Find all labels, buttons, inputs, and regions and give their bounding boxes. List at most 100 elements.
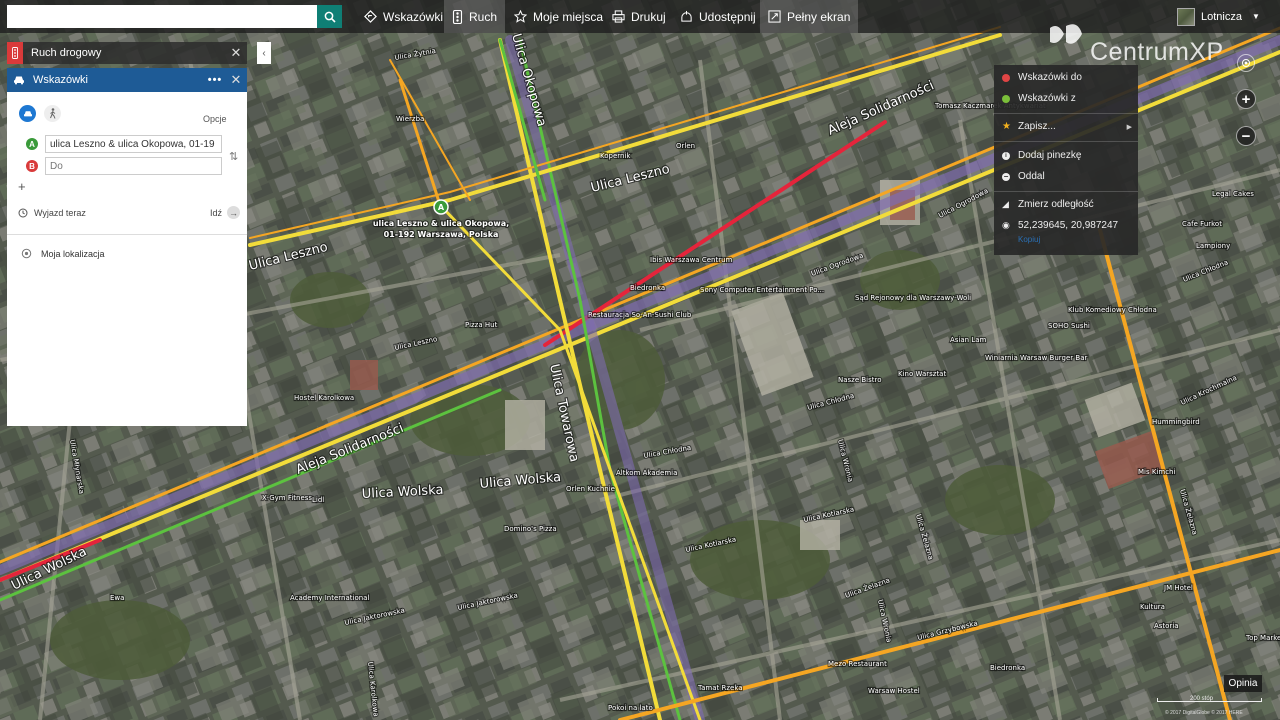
walk-mode-button[interactable] — [44, 105, 61, 122]
save-label: Zapisz... — [1018, 121, 1056, 132]
poi-label: Klub Komediowy Chłodna — [1068, 306, 1157, 314]
directions-to-label: Wskazówki do — [1018, 72, 1082, 83]
chevron-right-icon: ▶ — [1126, 123, 1132, 131]
location-icon: ◉ — [1002, 220, 1010, 230]
go-button-label: Idź — [209, 207, 222, 218]
poi-label: Lampiony — [1196, 242, 1230, 250]
fullscreen-button[interactable]: Pełny ekran — [760, 0, 859, 33]
my-location-item[interactable]: Moja lokalizacja — [21, 248, 105, 259]
zoom-out-label: Oddal — [1018, 171, 1045, 182]
search-input[interactable] — [7, 5, 317, 28]
poi-label: Orlen Kuchnie — [566, 485, 615, 493]
poi-label: Wierzba — [396, 115, 424, 123]
waypoint-b-marker: B — [26, 160, 38, 172]
locate-me-button[interactable] — [1237, 54, 1255, 72]
poi-label: SOHO Sushi — [1048, 322, 1090, 330]
poi-label: Warsaw Hostel — [868, 687, 920, 695]
poi-label: Nasze Bistro — [838, 376, 882, 384]
fullscreen-button-label: Pełny ekran — [787, 9, 851, 24]
close-icon: ✕ — [230, 45, 242, 60]
coordinates-item[interactable]: ◉ 52,239645, 20,987247 — [1002, 220, 1132, 231]
copy-coordinates-link[interactable]: Kopiuj — [1018, 235, 1040, 244]
close-directions-button[interactable]: ✕ — [225, 69, 247, 91]
my-places-button[interactable]: Moje miejsca — [506, 0, 611, 33]
poi-label: Domino's Pizza — [504, 525, 557, 533]
poi-label: Kultura — [1140, 603, 1165, 611]
zoom-out-icon: − — [1002, 172, 1010, 181]
traffic-light-icon — [7, 42, 23, 64]
map-context-menu: Wskazówki do Wskazówki z ★ Zapisz... ▶ i… — [994, 65, 1138, 255]
measure-distance-item[interactable]: ◢ Zmierz odległość — [1002, 199, 1132, 210]
drive-mode-button[interactable] — [19, 105, 36, 122]
from-field[interactable] — [45, 135, 222, 153]
poi-label: Tamat Rzeka — [697, 684, 743, 692]
directions-title: Wskazówki — [33, 74, 89, 86]
options-link[interactable]: Opcje — [203, 114, 227, 124]
collapse-panel-button[interactable]: ‹ — [257, 42, 271, 64]
add-pin-item[interactable]: i Dodaj pinezkę — [1002, 150, 1132, 161]
share-button[interactable]: Udostępnij — [672, 0, 764, 33]
poi-label: Pokoi na lato — [608, 704, 653, 712]
share-button-label: Udostępnij — [699, 9, 756, 24]
feedback-button[interactable]: Opinia — [1224, 675, 1262, 692]
poi-label: Winiarnia Warsaw Burger Bar — [985, 354, 1088, 362]
poi-label: Hostel Karolkowa — [294, 394, 354, 402]
red-dot-icon — [1002, 73, 1010, 82]
directions-icon — [364, 10, 377, 23]
clock-icon — [18, 208, 28, 217]
watermark-text: CentrumXP — [1090, 38, 1224, 66]
poi-label: Altkom Akademia — [616, 469, 677, 477]
go-button[interactable]: Idź → — [210, 206, 240, 219]
zoom-out-button[interactable]: − — [1236, 126, 1256, 146]
save-item[interactable]: ★ Zapisz... ▶ — [1002, 121, 1132, 132]
poi-label: Ibis Warszawa Centrum — [650, 256, 733, 264]
car-icon — [23, 110, 32, 116]
poi-label: Mezo Restaurant — [828, 660, 887, 668]
directions-panel: Wskazówki ••• ✕ Opcje A B ⇅ + Wyjazd ter… — [7, 68, 247, 426]
map-pin-a[interactable]: A — [433, 199, 449, 215]
ruler-icon: ◢ — [1002, 199, 1009, 209]
zoom-in-button[interactable]: + — [1236, 89, 1256, 109]
plus-icon: + — [1241, 90, 1251, 108]
my-places-button-label: Moje miejsca — [533, 9, 604, 24]
print-button-label: Drukuj — [631, 9, 666, 24]
poi-label: Legal Cakes — [1212, 190, 1254, 198]
print-icon — [612, 10, 625, 23]
traffic-panel[interactable]: Ruch drogowy ✕ — [7, 42, 247, 64]
depart-time-row: Wyjazd teraz Idź → — [18, 206, 240, 219]
more-options-icon[interactable]: ••• — [205, 74, 225, 86]
pin-caption-line-2: 01-192 Warszawa, Polska — [384, 230, 499, 239]
poi-label: Top Market — [1245, 634, 1280, 642]
minus-icon: − — [1241, 127, 1251, 145]
swap-waypoints-icon[interactable]: ⇅ — [229, 150, 238, 163]
directions-button[interactable]: Wskazówki — [356, 0, 451, 33]
depart-time-selector[interactable]: Wyjazd teraz — [34, 208, 86, 218]
directions-header: Wskazówki ••• ✕ — [7, 68, 247, 92]
search-button[interactable] — [317, 5, 342, 28]
arrow-right-icon: → — [227, 206, 240, 219]
poi-label: Ewa — [110, 594, 124, 602]
directions-from-item[interactable]: Wskazówki z — [1002, 93, 1132, 104]
to-field[interactable] — [45, 157, 222, 175]
poi-label: Orlen — [676, 142, 695, 150]
fullscreen-icon — [768, 10, 781, 23]
coordinates-label: 52,239645, 20,987247 — [1018, 220, 1119, 231]
poi-label: Lidl — [312, 496, 324, 504]
poi-label: Kino Warsztat — [898, 370, 946, 378]
traffic-button-label: Ruch — [469, 9, 498, 24]
traffic-button[interactable]: Ruch — [444, 0, 506, 33]
add-pin-label: Dodaj pinezkę — [1018, 150, 1082, 161]
zoom-out-item[interactable]: − Oddal — [1002, 171, 1132, 182]
directions-to-item[interactable]: Wskazówki do — [1002, 72, 1132, 83]
traffic-icon — [452, 9, 463, 24]
poi-label: Asian Lam — [950, 336, 987, 344]
close-traffic-button[interactable]: ✕ — [225, 42, 247, 64]
travel-mode-selector — [19, 105, 61, 122]
print-button[interactable]: Drukuj — [604, 0, 674, 33]
close-icon: ✕ — [230, 72, 242, 87]
divider — [994, 141, 1138, 142]
add-waypoint-icon[interactable]: + — [18, 179, 26, 194]
my-location-label: Moja lokalizacja — [41, 248, 105, 259]
divider — [994, 191, 1138, 192]
traffic-panel-title: Ruch drogowy — [31, 47, 102, 59]
